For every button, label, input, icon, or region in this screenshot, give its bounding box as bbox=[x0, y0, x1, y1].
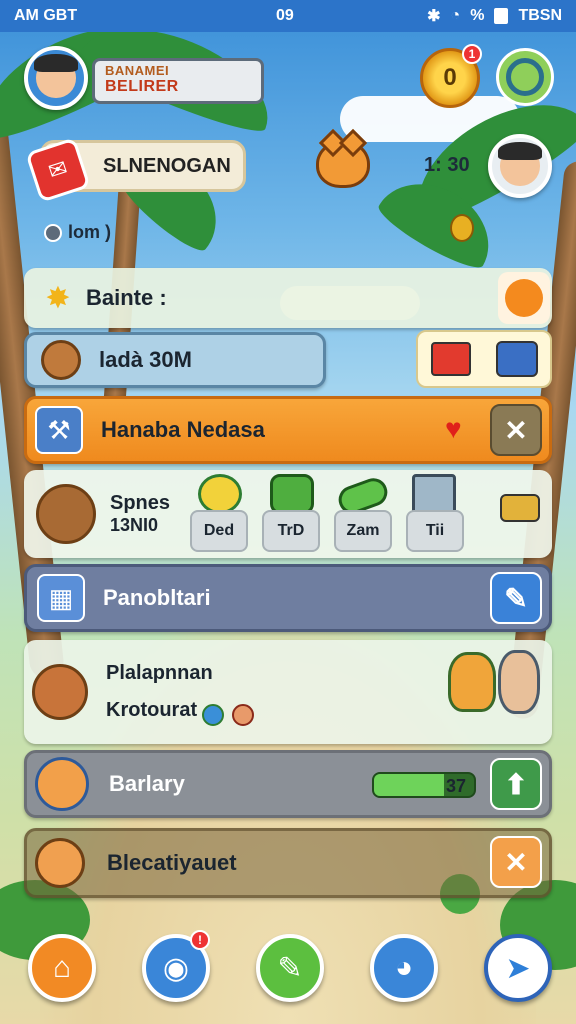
collect-close-button[interactable]: ✕ bbox=[490, 836, 542, 888]
home-icon: ⌂ bbox=[52, 951, 72, 984]
salary-progress: 37 bbox=[372, 772, 476, 798]
item-label: Ded bbox=[203, 522, 235, 539]
shop-map-icon bbox=[495, 341, 538, 377]
salary-label: Barlary bbox=[109, 771, 185, 796]
nav-send-button[interactable]: ➤ bbox=[484, 934, 552, 1002]
item-chip[interactable]: TrD bbox=[262, 510, 320, 552]
fox-helmet-icon bbox=[35, 757, 89, 811]
recruit-sub: Krotourat bbox=[106, 699, 198, 721]
avatar-face bbox=[34, 54, 78, 98]
panel-label: Panobltari bbox=[103, 585, 211, 610]
player-name-plate[interactable]: BANAMEI BELIRER bbox=[92, 58, 264, 104]
map-board-icon: ▦ bbox=[37, 574, 85, 622]
name-line-1: BANAMEI bbox=[105, 63, 170, 78]
send-icon: ➤ bbox=[505, 951, 531, 985]
item-label: TrD bbox=[277, 522, 305, 539]
status-left: AM bbox=[14, 7, 39, 24]
item-label: Zam bbox=[346, 522, 380, 539]
balance-action-button[interactable] bbox=[498, 272, 550, 324]
nav-globe-badge: ! bbox=[190, 930, 210, 950]
bear-icon bbox=[37, 336, 85, 384]
pencil-icon: ✎ bbox=[504, 582, 528, 614]
event-row[interactable]: ⚒ Hanaba Nedasa ♥ bbox=[24, 396, 552, 464]
nav-fox-button[interactable]: ◕ bbox=[370, 934, 438, 1002]
battery-icon bbox=[494, 8, 509, 24]
heart-icon: ♥ bbox=[445, 413, 462, 444]
salary-progress-fill bbox=[374, 774, 444, 796]
globe-icon: ◉ bbox=[162, 951, 190, 985]
event-label: Hanaba Nedasa bbox=[101, 417, 265, 442]
panel-edit-button[interactable]: ✎ bbox=[490, 572, 542, 624]
status-right-group: ✱ ◔ % TBSN bbox=[427, 6, 562, 26]
name-line-2: BELIRER bbox=[105, 78, 179, 95]
item-bottle-icon bbox=[270, 474, 314, 514]
level-row[interactable]: ladà 30M bbox=[24, 332, 326, 388]
wifi-icon: ◔ bbox=[450, 7, 461, 24]
monkey-icon bbox=[32, 664, 88, 720]
cat-icon bbox=[35, 838, 85, 888]
banner-label: SLNENOGAN bbox=[103, 154, 231, 177]
signal-icon: ✱ bbox=[427, 8, 441, 25]
target-small-icon bbox=[232, 704, 254, 726]
collect-label: Blecatiyauet bbox=[107, 850, 237, 875]
timer-label: 1: 30 bbox=[424, 154, 470, 176]
dots-icon bbox=[505, 279, 543, 317]
shop-box[interactable] bbox=[416, 330, 552, 388]
item-orb-icon bbox=[198, 474, 242, 514]
close-icon: ✕ bbox=[504, 414, 528, 446]
balance-row[interactable]: ✸ Bainte : bbox=[24, 268, 552, 328]
panel-row[interactable]: ▦ Panobltari bbox=[24, 564, 552, 632]
close-icon: ✕ bbox=[504, 846, 528, 878]
nav-chat-button[interactable]: ✎ bbox=[256, 934, 324, 1002]
item-label: Tii bbox=[425, 522, 445, 539]
recruit-title: Plalapnnan bbox=[106, 662, 213, 684]
coin-badge: 1 bbox=[462, 44, 482, 64]
opponent-avatar[interactable] bbox=[488, 134, 552, 198]
arrow-up-icon: ⬆ bbox=[504, 768, 528, 800]
item-chip[interactable]: Tii bbox=[406, 510, 464, 552]
player-avatar[interactable] bbox=[24, 46, 88, 110]
bear-icon bbox=[36, 484, 96, 544]
child-character-icon bbox=[498, 650, 540, 714]
salary-value: 37 bbox=[445, 776, 466, 796]
coin-glyph: 0 bbox=[443, 64, 457, 91]
item-crate-icon bbox=[412, 474, 456, 514]
globe-button[interactable] bbox=[496, 48, 554, 106]
fox-icon: ◕ bbox=[394, 951, 414, 984]
globe-small-icon bbox=[202, 704, 224, 726]
meta-info: lom ) bbox=[44, 222, 111, 243]
clock-icon bbox=[44, 223, 62, 242]
salary-upgrade-button[interactable]: ⬆ bbox=[490, 758, 542, 810]
star-icon: ✸ bbox=[45, 281, 71, 315]
collect-row[interactable]: Blecatiyauet bbox=[24, 828, 552, 898]
status-bar: AM GBT 09 ✱ ◔ % TBSN bbox=[0, 0, 576, 32]
balance-label: Bainte : bbox=[86, 285, 167, 310]
gold-coin-icon bbox=[450, 214, 474, 242]
event-close-button[interactable]: ✕ bbox=[490, 404, 542, 456]
status-right: TBSN bbox=[518, 7, 562, 24]
status-time: 09 bbox=[276, 7, 294, 24]
avatar-face bbox=[498, 142, 542, 186]
item-extra-icon[interactable] bbox=[500, 494, 540, 522]
item-chip[interactable]: Ded bbox=[190, 510, 248, 552]
recruit-text: Plalapnnan Krotourat bbox=[106, 662, 213, 722]
shop-card-icon bbox=[430, 342, 471, 376]
parrot-icon bbox=[448, 652, 496, 712]
items-title: Spnes bbox=[110, 492, 171, 514]
meta-label: lom ) bbox=[68, 222, 111, 242]
tools-icon: ⚒ bbox=[35, 406, 83, 454]
status-carrier: GBT bbox=[43, 7, 78, 24]
chat-bubble-icon: ✎ bbox=[277, 951, 303, 985]
bear-art bbox=[41, 340, 81, 380]
fox-mascot-icon bbox=[316, 140, 370, 188]
item-chip[interactable]: Zam bbox=[334, 510, 392, 552]
level-label: ladà 30M bbox=[99, 347, 192, 372]
items-heading: Spnes 13NI0 bbox=[110, 492, 170, 536]
items-sub: 13NI0 bbox=[110, 515, 159, 535]
battery-percent: % bbox=[470, 7, 485, 24]
nav-home-button[interactable]: ⌂ bbox=[28, 934, 96, 1002]
